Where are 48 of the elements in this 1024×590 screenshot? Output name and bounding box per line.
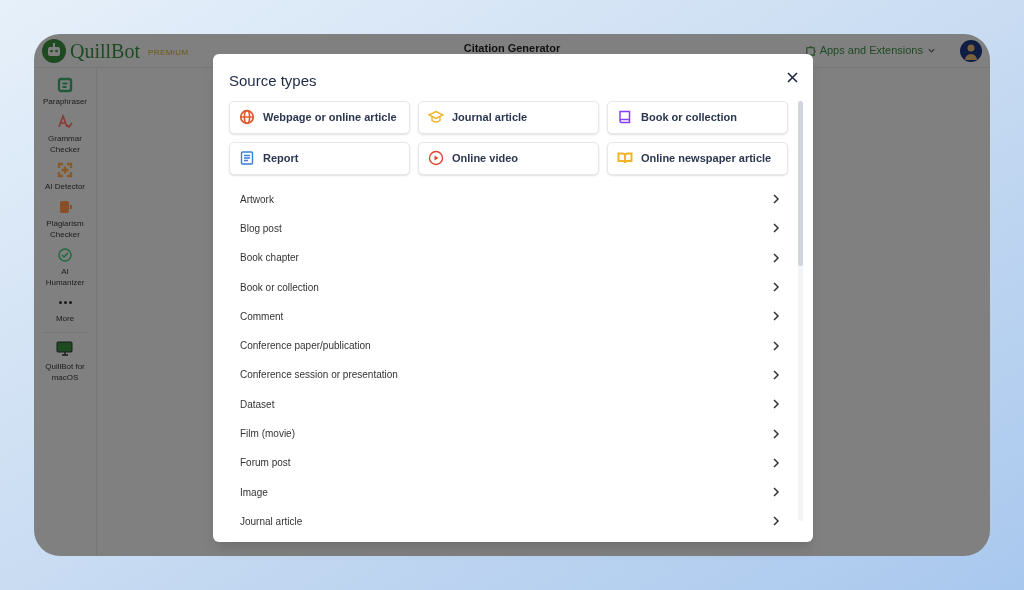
sidebar-item[interactable]: Plagiarism Checker — [37, 198, 93, 240]
source-type-row[interactable]: Comment — [229, 301, 788, 331]
source-type-row[interactable]: Forum post — [229, 448, 788, 478]
sidebar-item[interactable]: More — [37, 294, 93, 324]
chevron-right-icon — [772, 223, 780, 234]
page-title: Citation Generator — [462, 42, 562, 54]
sidebar-item[interactable]: Paraphraser — [37, 76, 93, 107]
source-type-row[interactable]: Journal article — [229, 506, 788, 537]
chevron-right-icon — [772, 194, 780, 205]
source-type-button[interactable]: Book or collection — [607, 100, 788, 134]
plan-label: PREMIUM — [148, 46, 189, 59]
chevron-right-icon — [772, 487, 780, 498]
source-type-row[interactable]: Book or collection — [229, 272, 788, 302]
monitor-icon — [56, 341, 74, 357]
source-type-row[interactable]: Film (movie) — [229, 418, 788, 449]
chevron-right-icon — [772, 516, 780, 527]
avatar-icon[interactable] — [960, 39, 982, 62]
source-type-row[interactable]: Book chapter — [229, 243, 788, 273]
chevron-right-icon — [772, 282, 780, 293]
close-icon — [786, 71, 798, 83]
scrollbar-thumb[interactable] — [798, 100, 803, 266]
caret-icon — [927, 46, 936, 55]
chevron-right-icon — [772, 311, 780, 322]
source-type-button[interactable]: Online newspaper article — [607, 141, 788, 175]
source-type-row[interactable]: Conference session or presentation — [229, 360, 788, 390]
dialog-title: Source types — [229, 71, 317, 91]
sidebar-item[interactable]: AI Humanizer — [37, 246, 93, 288]
logo-text: QuillBot — [70, 38, 140, 64]
chevron-right-icon — [772, 457, 780, 468]
chevron-right-icon — [772, 252, 780, 263]
source-type-button[interactable]: Online video — [418, 141, 599, 175]
source-type-row[interactable]: Conference paper/publication — [229, 331, 788, 361]
sidebar-item[interactable]: Grammar Checker — [37, 113, 93, 155]
chevron-right-icon — [772, 399, 780, 410]
source-type-row[interactable]: Blog post — [229, 213, 788, 244]
source-type-row[interactable]: Dataset — [229, 389, 788, 419]
source-type-button[interactable]: Journal article — [418, 100, 599, 134]
chevron-right-icon — [772, 428, 780, 439]
source-type-row[interactable]: Image — [229, 477, 788, 507]
robot-logo-icon — [42, 38, 66, 63]
chevron-right-icon — [772, 340, 780, 351]
source-type-button[interactable]: Report — [229, 141, 410, 175]
desktop-app-link[interactable]: QuillBot for macOS — [39, 341, 91, 383]
chevron-right-icon — [772, 369, 780, 380]
puzzle-icon — [804, 45, 816, 56]
source-type-button[interactable]: Webpage or online article — [229, 100, 410, 134]
source-type-row[interactable]: Artwork — [229, 184, 788, 214]
sidebar-item[interactable]: AI Detector — [37, 161, 93, 192]
